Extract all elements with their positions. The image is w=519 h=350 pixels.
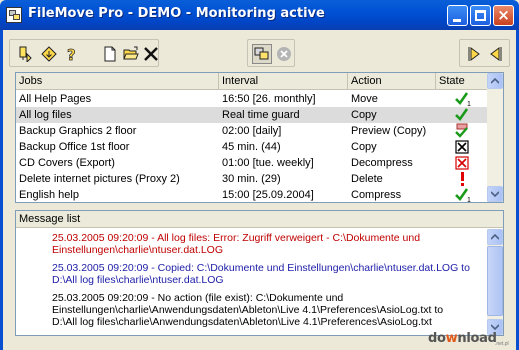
cell-action: Delete — [351, 173, 383, 185]
jobs-list-scrollbar[interactable] — [487, 73, 503, 202]
toolbar: ? — [9, 39, 510, 67]
cell-action: Copy — [351, 109, 377, 121]
cell-interval: 15:00 [25.09.2004] — [222, 189, 314, 201]
toolbar-group-monitor — [247, 39, 295, 67]
column-header-jobs[interactable]: Jobs — [16, 73, 219, 90]
cell-job: Backup Office 1st floor — [19, 141, 130, 153]
cell-action: Compress — [351, 189, 402, 201]
check-1-icon: 1 — [454, 91, 472, 108]
scroll-up-icon[interactable] — [487, 229, 503, 245]
column-header-interval[interactable]: Interval — [219, 73, 348, 90]
cell-action: Copy — [351, 141, 377, 153]
stop-icon[interactable] — [274, 44, 294, 64]
toolbar-group-main: ? — [9, 39, 159, 67]
box-x-red-icon — [454, 155, 472, 171]
cell-interval: 02:00 [daily] — [222, 125, 282, 137]
scroll-down-icon[interactable] — [487, 186, 503, 202]
table-row[interactable]: Backup Office 1st floor 45 min. (44) Copy — [16, 139, 488, 155]
cell-interval: Real time guard — [222, 109, 300, 121]
jobs-list[interactable]: Jobs Interval Action State All Help Page… — [15, 72, 504, 203]
exclamation-icon — [454, 171, 472, 187]
table-row[interactable]: All log files Real time guard Copy — [16, 107, 488, 123]
cell-action: Preview (Copy) — [351, 125, 427, 137]
minimize-button[interactable] — [447, 5, 468, 26]
maximize-button[interactable] — [470, 5, 491, 26]
delete-icon[interactable] — [141, 44, 161, 64]
new-document-icon[interactable] — [100, 44, 120, 64]
monitor-icon[interactable] — [252, 44, 272, 64]
title-bar[interactable]: FileMove Pro - DEMO - Monitoring active … — [0, 0, 519, 30]
cell-job: Backup Graphics 2 floor — [19, 125, 137, 137]
svg-text:?: ? — [67, 46, 76, 62]
message-list-scrollbar[interactable] — [487, 229, 503, 335]
exit-icon[interactable] — [16, 44, 36, 64]
table-row[interactable]: All Help Pages 16:50 [26. monthly] Move 1 — [16, 91, 488, 108]
cell-interval: 01:00 [tue. weekly] — [222, 157, 314, 169]
table-row[interactable]: CD Covers (Export) 01:00 [tue. weekly] Dec… — [16, 155, 488, 171]
cell-job: CD Covers (Export) — [19, 157, 115, 169]
message-entry: 25.03.2005 09:20:09 - Copied: C:\Dokumen… — [52, 262, 470, 286]
scroll-up-icon[interactable] — [487, 73, 503, 89]
cell-job: English help — [19, 189, 79, 201]
box-x-black-icon — [454, 139, 472, 155]
cell-interval: 16:50 [26. monthly] — [222, 93, 316, 105]
cell-interval: 45 min. (44) — [222, 141, 281, 153]
cell-job: Delete internet pictures (Proxy 2) — [19, 173, 180, 185]
cell-job: All log files — [19, 109, 72, 121]
message-entry: 25.03.2005 09:20:09 - All log files: Err… — [52, 232, 421, 256]
open-folder-icon[interactable] — [121, 44, 141, 64]
help-icon[interactable]: ? — [62, 44, 82, 64]
check-icon — [454, 107, 472, 123]
cell-action: Move — [351, 93, 378, 105]
previous-icon[interactable] — [486, 44, 506, 64]
cell-interval: 30 min. (29) — [222, 173, 281, 185]
svg-text:1: 1 — [467, 197, 471, 203]
preview-check-icon — [454, 123, 472, 139]
table-row[interactable]: English help 15:00 [25.09.2004] Compress 1 — [16, 187, 488, 203]
scroll-thumb[interactable] — [487, 246, 503, 316]
download-watermark-logo: download .net.pl — [428, 331, 509, 347]
app-icon[interactable] — [6, 7, 22, 23]
gear-icon[interactable] — [39, 44, 59, 64]
column-header-state[interactable]: State — [436, 73, 488, 90]
message-entry: 25.03.2005 09:20:09 - No action (file ex… — [52, 292, 444, 328]
message-list-header: Message list — [16, 211, 503, 228]
column-header-action[interactable]: Action — [348, 73, 436, 90]
next-icon[interactable] — [464, 44, 484, 64]
toolbar-group-navigation — [459, 39, 510, 67]
check-1-icon: 1 — [454, 187, 472, 203]
table-row[interactable]: Delete internet pictures (Proxy 2) 30 min… — [16, 171, 488, 187]
close-button[interactable]: × — [493, 5, 514, 26]
cell-action: Decompress — [351, 157, 413, 169]
window-title: FileMove Pro - DEMO - Monitoring active — [28, 6, 325, 21]
message-list[interactable]: Message list 25.03.2005 09:20:09 - All l… — [15, 210, 504, 336]
table-row[interactable]: Backup Graphics 2 floor 02:00 [daily] Prev… — [16, 123, 488, 139]
jobs-list-header: Jobs Interval Action State — [16, 73, 488, 90]
cell-job: All Help Pages — [19, 93, 92, 105]
